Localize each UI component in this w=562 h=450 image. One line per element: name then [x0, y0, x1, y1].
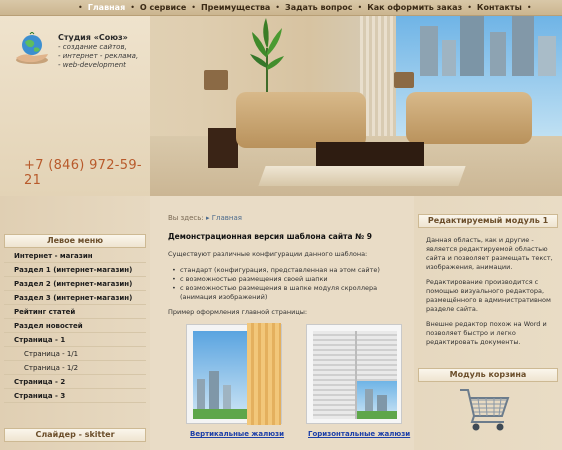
menu-item-section-3[interactable]: Раздел 3 (интернет-магазин) [4, 292, 146, 305]
brand-tagline: - интернет - реклама, [58, 52, 139, 60]
plant-image [250, 18, 284, 94]
text-line: Редактирование производится с [426, 278, 539, 286]
header-banner: Студия «Союз» - создание сайтов, - интер… [0, 16, 562, 196]
nav-item-advantages[interactable]: Преимущества [198, 3, 273, 12]
breadcrumb: Вы здесь: ▸ Главная [168, 214, 242, 222]
nav-bullet: • [526, 3, 532, 12]
nav-bullet: • [275, 3, 281, 12]
cart-module-title: Модуль корзина [418, 368, 558, 382]
left-menu-title: Левое меню [4, 234, 146, 248]
text-line: изображения, анимации. [426, 263, 513, 271]
text-line: является редактируемой областью [426, 245, 548, 253]
list-item: стандарт (конфигурация, представленная н… [172, 266, 380, 274]
vertical-blinds-link[interactable]: Вертикальные жалюзи [190, 430, 284, 438]
menu-item-page-1[interactable]: Страница - 1 [4, 334, 146, 347]
lamp [204, 70, 228, 90]
shopping-cart-icon[interactable] [458, 386, 512, 432]
nav-item-contacts[interactable]: Контакты [474, 3, 525, 12]
header-room-image [150, 16, 562, 196]
list-item-continuation: (анимация изображений) [180, 293, 268, 301]
breadcrumb-prefix: Вы здесь: [168, 214, 204, 222]
slider-title: Слайдер - skitter [4, 428, 146, 442]
nav-item-about[interactable]: О сервисе [137, 3, 189, 12]
module-text: Внешне редактор похож на Word и позволяе… [426, 320, 558, 347]
menu-item-page-3[interactable]: Страница - 3 [4, 390, 146, 403]
module-text: Редактирование производится с помощью ви… [426, 278, 558, 314]
nav-item-ask-question[interactable]: Задать вопрос [282, 3, 355, 12]
menu-item-page-1-2[interactable]: Страница - 1/2 [4, 362, 146, 375]
rug [258, 166, 466, 186]
brand-tagline: - web-development [58, 61, 126, 69]
brand-area: Студия «Союз» - создание сайтов, - интер… [0, 16, 150, 196]
vertical-blinds-image[interactable] [186, 323, 282, 425]
nav-item-order[interactable]: Как оформить заказ [364, 3, 465, 12]
text-line: позволяет быстро и легко [426, 329, 516, 337]
menu-item-page-2[interactable]: Страница - 2 [4, 376, 146, 389]
sofa [236, 92, 366, 148]
menu-item-news[interactable]: Раздел новостей [4, 320, 146, 333]
text-line: Данная область, как и другие - [426, 236, 534, 244]
module-text: Данная область, как и другие - является … [426, 236, 558, 272]
list-item: с возможностью размещения в шапке модуля… [172, 284, 377, 292]
page-title: Демонстрационная версия шаблона сайта № … [168, 232, 372, 241]
list-item: с возможностью размещения своей шапки [172, 275, 328, 283]
side-table [208, 128, 238, 168]
breadcrumb-arrow-icon: ▸ [206, 214, 210, 222]
nav-bullet: • [357, 3, 363, 12]
horizontal-blinds-link[interactable]: Горизонтальные жалюзи [308, 430, 410, 438]
menu-item-rating[interactable]: Рейтинг статей [4, 306, 146, 319]
sofa [406, 92, 532, 144]
menu-item-page-1-1[interactable]: Страница - 1/1 [4, 348, 146, 361]
text-line: размещённого в административном [426, 296, 551, 304]
intro-text: Существуют различные конфигурации данног… [168, 250, 368, 258]
text-line: Внешне редактор похож на Word и [426, 320, 547, 328]
menu-item-shop[interactable]: Интернет - магазин [4, 250, 146, 263]
top-navigation: • Главная • О сервисе • Преимущества • З… [0, 0, 562, 16]
text-line: разделе сайта. [426, 305, 478, 313]
nav-bullet: • [467, 3, 472, 12]
nav-bullet: • [130, 3, 135, 12]
editable-module-title: Редактируемый модуль 1 [418, 214, 558, 228]
left-sidebar: Левое меню Интернет - магазин Раздел 1 (… [0, 196, 150, 450]
right-sidebar: Редактируемый модуль 1 Данная область, к… [414, 196, 562, 450]
menu-item-section-1[interactable]: Раздел 1 (интернет-магазин) [4, 264, 146, 277]
globe-hand-logo-icon[interactable] [12, 32, 52, 66]
breadcrumb-current[interactable]: Главная [212, 214, 242, 222]
menu-item-section-2[interactable]: Раздел 2 (интернет-магазин) [4, 278, 146, 291]
brand-tagline: - создание сайтов, [58, 43, 127, 51]
text-line: сайта и позволяет размещать текст, [426, 254, 553, 262]
phone-number: +7 (846) 972-59-21 [24, 158, 142, 188]
nav-bullet: • [191, 3, 196, 12]
nav-item-home[interactable]: Главная [85, 3, 128, 12]
horizontal-blinds-image[interactable] [306, 324, 402, 424]
text-line: редактировать документы. [426, 338, 521, 346]
text-line: помощью визуального редактора, [426, 287, 545, 295]
lamp [394, 72, 414, 88]
nav-bullet: • [78, 3, 83, 12]
example-label: Пример оформления главной страницы: [168, 308, 308, 316]
brand-title: Студия «Союз» [58, 33, 128, 42]
